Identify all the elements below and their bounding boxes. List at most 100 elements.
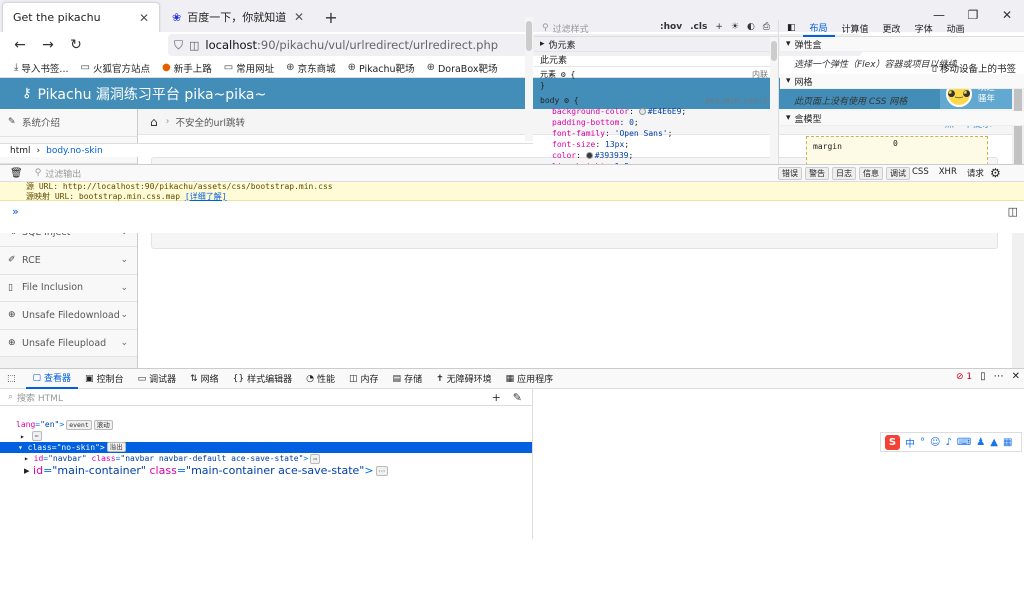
css-value[interactable]: 'Open Sans' <box>615 129 668 138</box>
error-badge[interactable]: ⊘ 1 <box>956 372 972 382</box>
dark-mode-icon[interactable]: ◐ <box>747 22 755 32</box>
ime-user-icon[interactable]: ♟ <box>976 437 985 448</box>
home-icon[interactable]: ⌂ <box>150 115 158 129</box>
pseudo-elements-section[interactable]: ▸ 伪元素 <box>534 37 778 52</box>
cls-toggle[interactable]: .cls <box>690 22 707 32</box>
split-console-icon[interactable]: ◫ <box>1008 205 1018 218</box>
trash-icon[interactable]: 🗑 <box>10 168 23 179</box>
reload-icon[interactable]: ↻ <box>62 33 90 57</box>
bookmark-getting-started[interactable]: ● 新手上路 <box>162 61 212 75</box>
devtools-tab[interactable]: ◫ 内存 <box>342 369 386 389</box>
sidebar-item-download[interactable]: ⊕ Unsafe Filedownload ⌄ <box>0 302 137 330</box>
css-value[interactable]: 13px <box>605 140 624 149</box>
bookmark-dorabox[interactable]: ⊕ DoraBox靶场 <box>427 61 498 75</box>
close-tab-icon[interactable]: ✕ <box>294 10 304 24</box>
ime-skin-icon[interactable]: ▲ <box>990 437 998 448</box>
ime-punct-icon[interactable]: ° <box>920 437 925 448</box>
console-level-toggle[interactable]: 日志 <box>832 167 856 180</box>
new-tab-button[interactable]: + <box>318 4 344 30</box>
dom-node-selected[interactable]: ▾ class="no-skin"> 溢出 <box>0 441 532 454</box>
ime-tools-icon[interactable]: ▦ <box>1003 437 1012 448</box>
rules-scrollbar[interactable] <box>770 37 778 177</box>
css-declaration[interactable]: font-size: 13px; <box>540 139 772 150</box>
app-title[interactable]: Pikachu 漏洞练习平台 pika~pika~ <box>38 84 267 104</box>
css-declaration[interactable]: color: #393939; <box>540 150 772 161</box>
body-rule[interactable]: body ⚙ { ace.min.css:1 background-color:… <box>534 93 778 174</box>
sidebar-item-tag[interactable]: ✎ 系统介绍 <box>0 109 137 137</box>
browser-tab-pikachu[interactable]: Get the pikachu ✕ <box>2 2 160 32</box>
page-info-icon[interactable]: ◫ <box>189 39 199 52</box>
console-level-toggle[interactable]: 警告 <box>805 167 829 180</box>
css-value[interactable]: #393939 <box>595 151 629 160</box>
sidebar-item-upload[interactable]: ⊕ Unsafe Fileupload ⌄ <box>0 329 137 358</box>
print-icon[interactable]: ⎙ <box>763 22 770 32</box>
search-html-input[interactable]: ⌕ 搜索 HTML + ✎ <box>0 389 532 406</box>
console-settings-icon[interactable]: ⚙ <box>990 166 1001 180</box>
breadcrumb-html[interactable]: html <box>10 146 31 156</box>
eyedropper-icon[interactable]: ✎ <box>513 391 522 404</box>
console-level-toggle[interactable]: 调试 <box>886 167 910 180</box>
devtools-tab[interactable]: ▭ 调试器 <box>131 369 184 389</box>
dom-node[interactable]: ▸ ⋯ <box>0 431 532 442</box>
back-arrow-icon[interactable]: ← <box>6 33 34 57</box>
console-input[interactable]: » ◫ <box>0 201 1024 233</box>
dom-node[interactable] <box>0 408 532 419</box>
element-rule[interactable]: 元素 ⚙ { 内联 } <box>534 67 778 93</box>
margin-value[interactable]: 0 <box>893 139 898 148</box>
dom-scrollbar[interactable] <box>525 17 533 141</box>
ime-chinese-icon[interactable]: 中 <box>905 435 915 450</box>
responsive-design-icon[interactable]: ▯ <box>980 371 986 382</box>
shield-icon[interactable]: ⛉ <box>174 38 183 53</box>
dom-node[interactable]: ▸ id="main-container" class="main-contai… <box>0 464 532 476</box>
ime-emoji-icon[interactable]: ☺ <box>930 437 940 448</box>
devtools-tab[interactable]: ◔ 性能 <box>299 369 342 389</box>
sidebar-item-rce[interactable]: ✐ RCE ⌄ <box>0 246 137 275</box>
console-extra-toggle[interactable]: 请求 <box>967 167 984 179</box>
boxmodel-section[interactable]: ▾ 盒模型 <box>780 111 1024 126</box>
bookmark-jd[interactable]: ⊕ 京东商城 <box>286 61 335 75</box>
light-mode-icon[interactable]: ☀ <box>731 22 739 32</box>
devtools-tab[interactable]: ▦ 应用程序 <box>499 369 561 389</box>
more-options-icon[interactable]: ⋯ <box>994 371 1004 382</box>
css-declaration[interactable]: font-family: 'Open Sans'; <box>540 128 772 139</box>
devtools-tab[interactable]: ▢ 查看器 <box>25 369 79 389</box>
color-swatch-icon[interactable] <box>638 108 646 115</box>
bookmark-import[interactable]: ⤓ 导入书签... <box>14 61 68 75</box>
color-swatch-icon[interactable] <box>585 152 593 159</box>
layout-tab[interactable]: 布局 <box>802 20 835 37</box>
css-declaration[interactable]: background-color: #E4E6E9; <box>540 106 772 117</box>
rule-source-link[interactable]: ace.min.css:1 <box>705 95 768 106</box>
layout-tab[interactable]: 计算值 <box>835 20 876 37</box>
browser-tab-baidu[interactable]: ❀ 百度一下，你就知道 ✕ <box>162 2 314 32</box>
close-tab-icon[interactable]: ✕ <box>139 11 149 25</box>
flexbox-section[interactable]: ▾ 弹性盒 <box>780 37 1024 52</box>
console-level-toggle[interactable]: 错误 <box>778 167 802 180</box>
console-level-toggle[interactable]: 信息 <box>859 167 883 180</box>
hov-toggle[interactable]: :hov <box>660 22 682 32</box>
bookmark-firefox-site[interactable]: ▭ 火狐官方站点 <box>80 61 149 75</box>
css-value[interactable]: #E4E6E9 <box>648 107 682 116</box>
bookmark-pikachu[interactable]: ⊕ Pikachu靶场 <box>348 61 415 75</box>
console-extra-toggle[interactable]: CSS <box>912 167 929 179</box>
ime-voice-icon[interactable]: ♪ <box>945 437 951 448</box>
url-text[interactable]: localhost:90/pikachu/vul/urlredirect/url… <box>205 38 498 52</box>
element-picker-icon[interactable]: ⬚ <box>0 369 26 389</box>
add-rule-icon[interactable]: + <box>715 22 723 32</box>
filter-styles-input[interactable]: ⚲ 过滤样式 :hov .cls + ☀ ◐ ⎙ <box>534 20 778 37</box>
sidebar-toggle-icon[interactable]: ◧ <box>780 20 803 37</box>
devtools-tab[interactable]: {} 样式编辑器 <box>226 369 299 389</box>
filter-output-input[interactable]: 过滤输出 <box>45 167 81 180</box>
devtools-tab[interactable]: ✝ 无障碍环境 <box>429 369 499 389</box>
layout-tab[interactable]: 动画 <box>940 20 972 37</box>
grid-section[interactable]: ▾ 网格 <box>780 74 1024 89</box>
layout-tab[interactable]: 更改 <box>876 20 908 37</box>
learn-more-link[interactable]: [详细了解] <box>185 192 227 201</box>
css-declaration[interactable]: padding-bottom: 0; <box>540 117 772 128</box>
devtools-tab[interactable]: ▤ 存储 <box>386 369 430 389</box>
bookmark-common-sites[interactable]: ▭ 常用网址 <box>224 61 274 75</box>
breadcrumb-body[interactable]: body.no-skin <box>46 146 103 156</box>
dom-node[interactable]: ▸ id="navbar" class="navbar navbar-defau… <box>0 453 532 464</box>
devtools-tab[interactable]: ▣ 控制台 <box>78 369 131 389</box>
console-extra-toggle[interactable]: XHR <box>939 167 957 179</box>
ime-toolbar[interactable]: S 中 ° ☺ ♪ ⌨ ♟ ▲ ▦ <box>880 432 1022 452</box>
